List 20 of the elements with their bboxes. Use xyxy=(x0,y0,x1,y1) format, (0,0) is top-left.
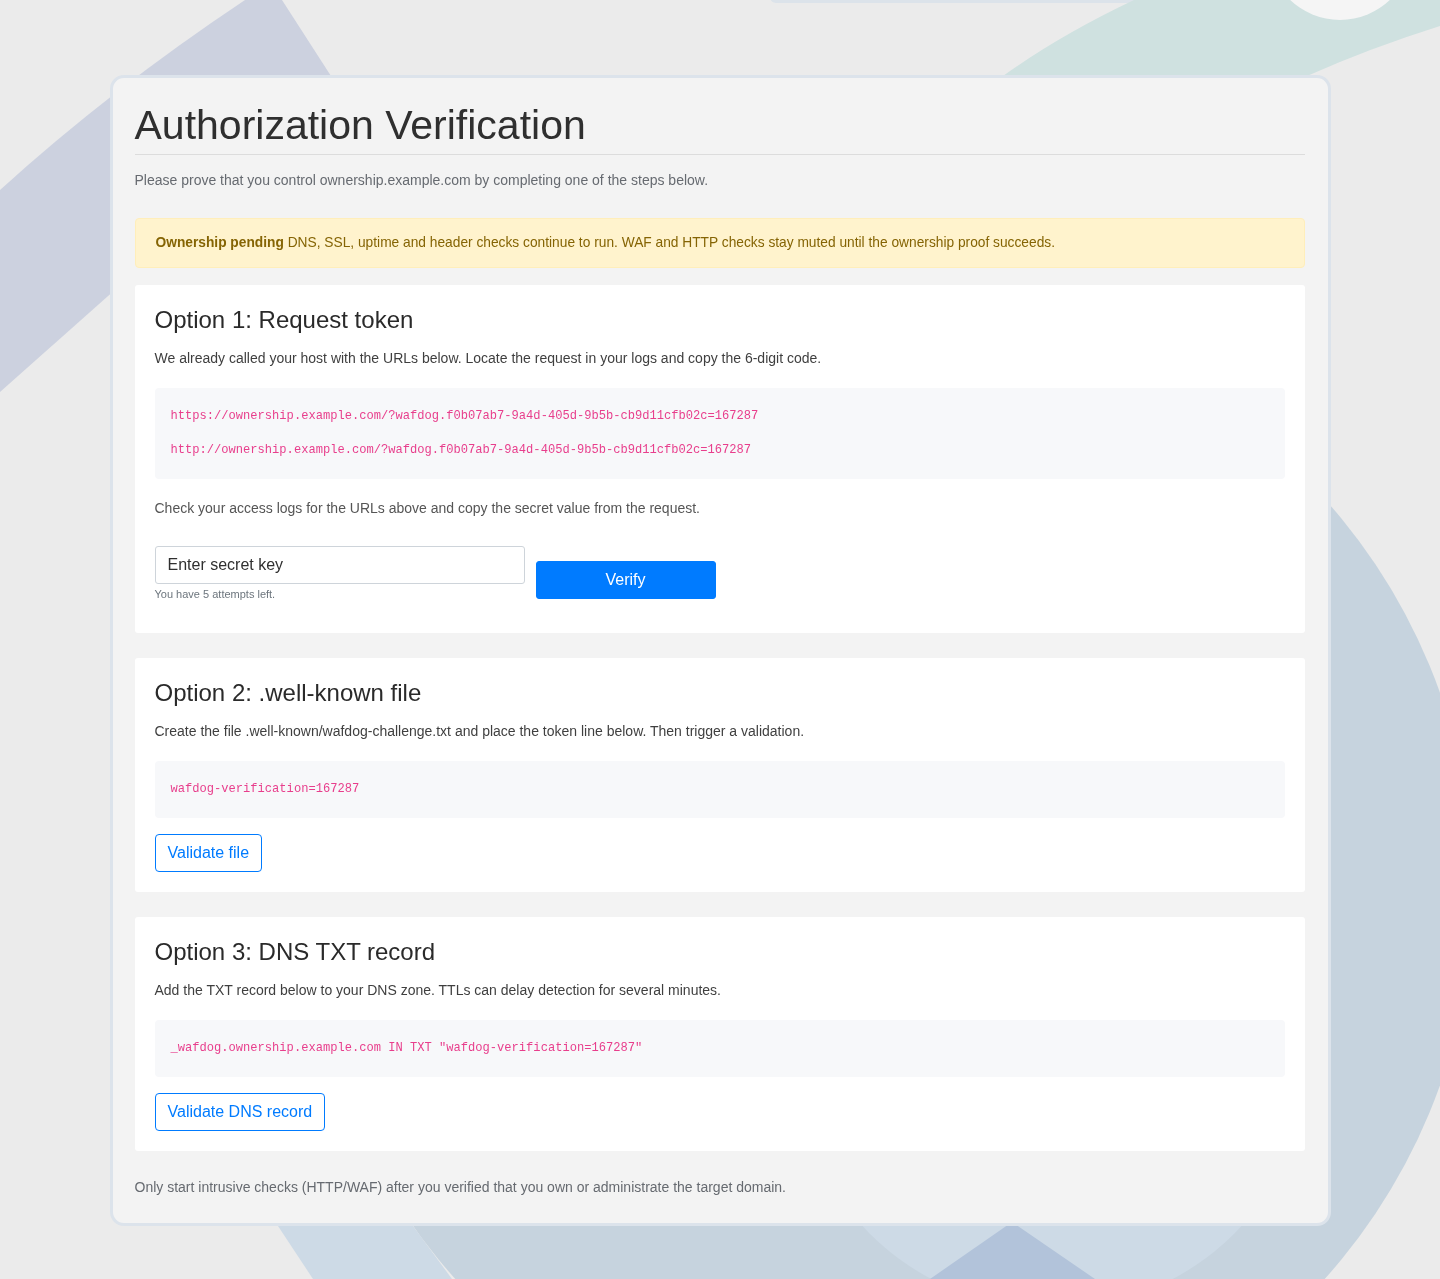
intro-text: Please prove that you control ownership.example.com by completing one of the steps below. xyxy=(134,171,710,190)
option-description: Create the file .well-known/wafdog-challenge.txt and place the token line below. Then trigger a validation. xyxy=(154,722,806,741)
secret-key-field[interactable]: Enter secret key xyxy=(154,546,525,584)
option-heading: Option 1: Request token xyxy=(154,305,415,334)
page-title: Authorization Verification xyxy=(134,101,587,150)
option-heading: Option 3: DNS TXT record xyxy=(154,937,437,966)
option-heading: Option 2: .well-known file xyxy=(154,678,423,707)
instruction-text: Check your access logs for the URLs above and copy the secret value from the request. xyxy=(154,499,701,518)
validate-button[interactable]: Validate DNS record xyxy=(154,1093,326,1131)
code-line: https://ownership.example.com/?wafdog.f0b07ab7-9a4d-405d-9b5b-cb9d11cfb02c=167287 xyxy=(170,408,760,425)
option-description: We already called your host with the URLs below. Locate the request in your logs and copy the 6-digit code. xyxy=(154,349,823,368)
attempts-help-text: You have 5 attempts left. xyxy=(154,587,277,602)
code-line: _wafdog.ownership.example.com IN TXT "wafdog-verification=167287" xyxy=(170,1040,644,1057)
footer-note: Only start intrusive checks (HTTP/WAF) after you verified that you own or administrate the target domain. xyxy=(134,1178,787,1197)
verify-button[interactable]: Verify xyxy=(535,561,716,599)
code-line: wafdog-verification=167287 xyxy=(170,781,361,798)
code-line: http://ownership.example.com/?wafdog.f0b07ab7-9a4d-405d-9b5b-cb9d11cfb02c=167287 xyxy=(170,442,753,459)
alert-message: Ownership pending DNS, SSL, uptime and header checks continue to run. WAF and HTTP checks stay muted until the ownership proof succeeds. xyxy=(155,234,1056,252)
validate-button[interactable]: Validate file xyxy=(154,834,263,872)
option-description: Add the TXT record below to your DNS zone. TTLs can delay detection for several minutes. xyxy=(154,981,722,1000)
